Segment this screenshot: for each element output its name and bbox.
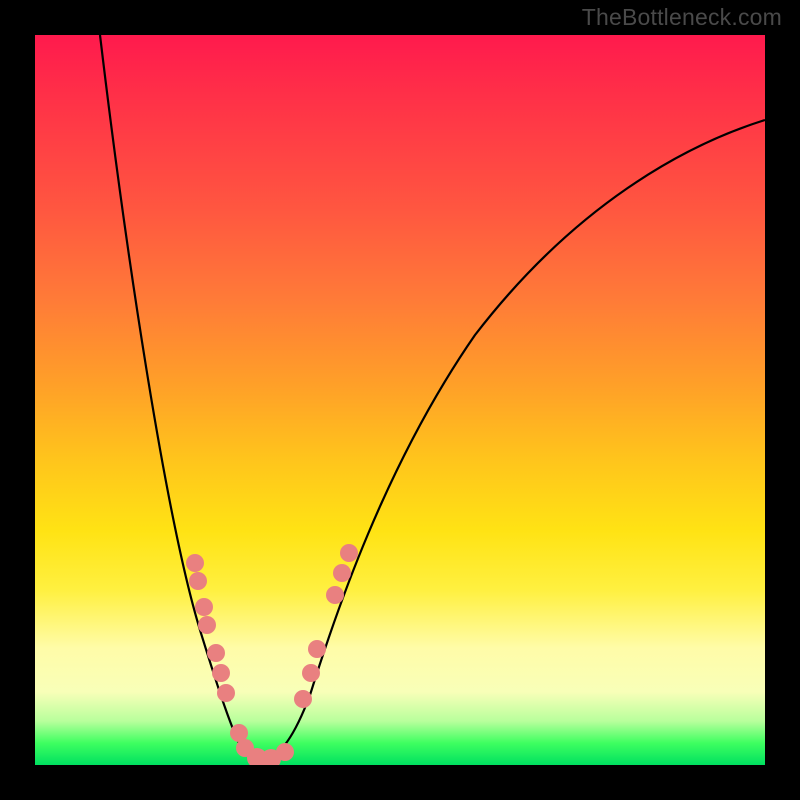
data-dot <box>195 598 213 616</box>
data-dot <box>198 616 216 634</box>
watermark-text: TheBottleneck.com <box>582 4 782 31</box>
data-dot <box>186 554 204 572</box>
chart-svg <box>35 35 765 765</box>
chart-frame: TheBottleneck.com <box>0 0 800 800</box>
data-dot <box>340 544 358 562</box>
right-curve <box>265 120 765 759</box>
data-dot <box>217 684 235 702</box>
data-dot <box>212 664 230 682</box>
plot-area <box>35 35 765 765</box>
data-dot <box>207 644 225 662</box>
data-dots-group <box>186 544 358 765</box>
left-curve <box>100 35 265 759</box>
data-dot <box>302 664 320 682</box>
data-dot <box>276 743 294 761</box>
data-dot <box>308 640 326 658</box>
data-dot <box>189 572 207 590</box>
data-dot <box>333 564 351 582</box>
data-dot <box>326 586 344 604</box>
data-dot <box>294 690 312 708</box>
